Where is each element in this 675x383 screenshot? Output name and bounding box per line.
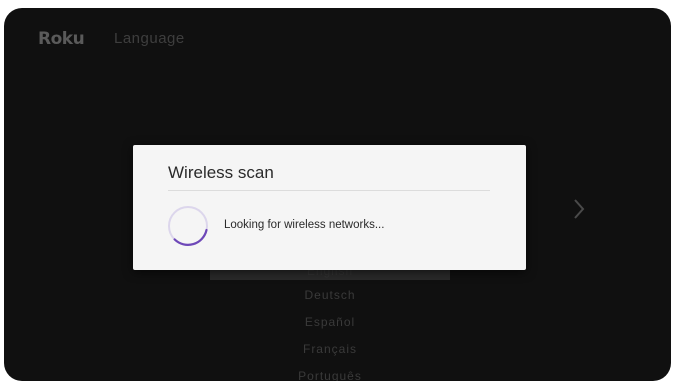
language-option-deutsch[interactable]: Deutsch [210,288,450,302]
tv-screen: Roku Language English Deutsch Español Fr… [4,8,671,381]
roku-logo: Roku [38,29,85,49]
spinner-icon [168,206,208,246]
language-option-portugues[interactable]: Português [210,369,450,381]
page-title: Language [114,30,185,47]
dialog-title: Wireless scan [168,163,274,182]
language-option-espanol[interactable]: Español [210,315,450,329]
dialog-divider [168,190,490,191]
wireless-scan-dialog: Wireless scan Looking for wireless netwo… [133,145,526,270]
language-option-francais[interactable]: Français [210,342,450,356]
scan-status-text: Looking for wireless networks... [224,219,385,231]
chevron-right-icon[interactable] [572,197,586,221]
